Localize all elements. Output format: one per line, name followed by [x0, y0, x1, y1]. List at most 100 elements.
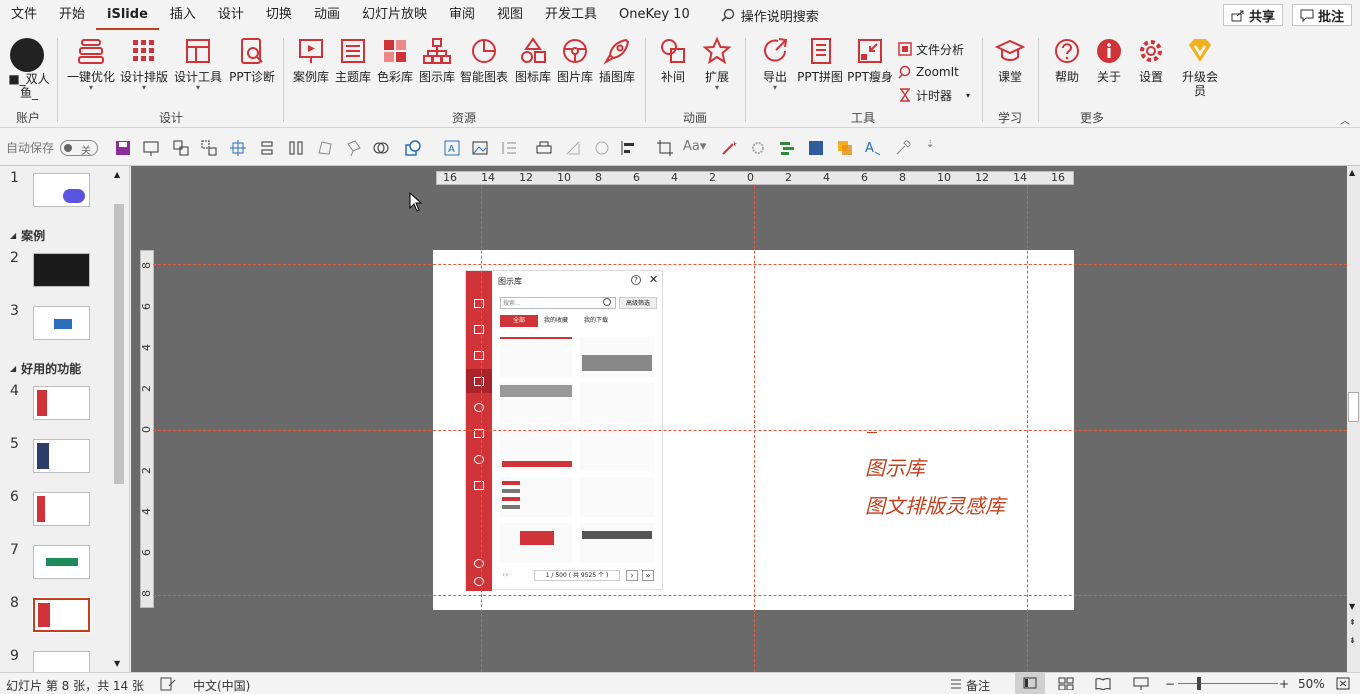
- color-library-button[interactable]: 色彩库: [372, 36, 418, 84]
- account-user[interactable]: ■_双人鱼_: [4, 72, 54, 100]
- timer-button[interactable]: 计时器 ▾: [898, 84, 970, 106]
- prev-first-icon[interactable]: ‹‹: [502, 570, 508, 579]
- close-icon[interactable]: ✕: [649, 273, 658, 286]
- slide-thumbnail-5[interactable]: [33, 439, 90, 473]
- panel-search-input[interactable]: 搜索...: [500, 297, 616, 309]
- format-painter-icon[interactable]: [345, 139, 363, 157]
- next-icon[interactable]: ›: [626, 570, 638, 581]
- slide-thumbnail-1[interactable]: [33, 173, 90, 207]
- sidebar-icon[interactable]: [474, 455, 484, 464]
- zoom-slider-thumb[interactable]: [1197, 677, 1201, 690]
- font-case-icon[interactable]: Aa▾: [683, 139, 711, 157]
- tab-view[interactable]: 视图: [486, 0, 534, 30]
- share-button[interactable]: 共享: [1223, 4, 1284, 26]
- upgrade-member-button[interactable]: 升级会员: [1180, 36, 1220, 98]
- sidebar-icon[interactable]: [474, 299, 484, 308]
- merge-shapes-icon[interactable]: [372, 139, 390, 157]
- sidebar-icon[interactable]: [474, 377, 484, 386]
- case-library-button[interactable]: 案例库: [288, 36, 334, 84]
- extend-button[interactable]: 扩展 ▾: [694, 36, 740, 92]
- panel-tab-downloads[interactable]: 我的下载: [584, 315, 608, 327]
- file-analysis-button[interactable]: 文件分析: [898, 38, 964, 60]
- prev-slide-icon[interactable]: ⇞: [1349, 618, 1356, 627]
- slide-title[interactable]: 图示库: [865, 452, 925, 481]
- tab-design[interactable]: 设计: [207, 0, 255, 30]
- section-header[interactable]: ◢ 好用的功能: [10, 360, 81, 377]
- group-icon[interactable]: [172, 139, 190, 157]
- fit-slide-icon[interactable]: [1336, 677, 1350, 690]
- slide-thumbnail-9[interactable]: [33, 651, 90, 672]
- tab-file[interactable]: 文件: [0, 0, 48, 30]
- avatar[interactable]: [10, 38, 44, 72]
- zoomit-button[interactable]: ZoomIt: [898, 61, 959, 83]
- tab-animations[interactable]: 动画: [303, 0, 351, 30]
- align-left-icon[interactable]: [620, 139, 638, 157]
- export-button[interactable]: 导出 ▾: [752, 36, 798, 92]
- sidebar-icon[interactable]: [474, 481, 484, 490]
- image-library-button[interactable]: 图片库: [552, 36, 598, 84]
- scroll-up-icon[interactable]: ▲: [1349, 168, 1355, 177]
- gallery-item[interactable]: [500, 477, 572, 517]
- align-center-icon[interactable]: [229, 139, 247, 157]
- gallery-item[interactable]: [580, 523, 654, 563]
- scroll-down-icon[interactable]: ▼: [114, 659, 120, 668]
- normal-view-button[interactable]: [1015, 673, 1045, 694]
- tween-button[interactable]: 补间: [650, 36, 696, 84]
- textbox-icon[interactable]: A: [443, 139, 461, 157]
- tab-onekey[interactable]: OneKey 10: [608, 0, 701, 30]
- tell-me-search[interactable]: 操作说明搜索: [721, 6, 819, 25]
- tab-transitions[interactable]: 切换: [255, 0, 303, 30]
- image-icon[interactable]: [471, 139, 489, 157]
- diagram-library-button[interactable]: 图示库: [414, 36, 460, 84]
- sidebar-icon[interactable]: [474, 351, 484, 360]
- crop-shape-icon[interactable]: [564, 139, 582, 157]
- tab-home[interactable]: 开始: [48, 0, 96, 30]
- guide-line[interactable]: [481, 186, 482, 672]
- shadow-icon[interactable]: [593, 139, 611, 157]
- illustration-library-button[interactable]: 插图库: [594, 36, 640, 84]
- zoom-slider[interactable]: [1178, 683, 1278, 684]
- slideshow-icon[interactable]: [1133, 677, 1149, 690]
- design-tools-button[interactable]: 设计工具 ▾: [172, 36, 224, 92]
- magic-wand-icon[interactable]: [720, 139, 738, 157]
- guide-line[interactable]: [1027, 186, 1028, 672]
- scroll-up-icon[interactable]: ▲: [114, 170, 120, 179]
- icon-library-button[interactable]: 图标库: [510, 36, 556, 84]
- tab-review[interactable]: 审阅: [438, 0, 486, 30]
- thumbnails-scrollbar[interactable]: ▲ ▼: [112, 168, 126, 670]
- one-click-optimize-button[interactable]: 一键优化 ▾: [66, 36, 116, 92]
- last-page-icon[interactable]: »: [642, 570, 654, 581]
- slide-thumbnail-7[interactable]: [33, 545, 90, 579]
- guide-line[interactable]: [153, 430, 1347, 431]
- gallery-item[interactable]: [500, 431, 572, 471]
- gallery-item[interactable]: [500, 523, 572, 563]
- zoom-out-button[interactable]: −: [1165, 677, 1175, 691]
- zoom-in-button[interactable]: +: [1279, 677, 1289, 691]
- zoom-level[interactable]: 50%: [1298, 677, 1325, 691]
- gallery-item[interactable]: [580, 337, 654, 377]
- ppt-slim-button[interactable]: PPT瘦身: [846, 36, 894, 84]
- guide-line[interactable]: [153, 264, 1347, 265]
- scrollbar-thumb[interactable]: [1348, 392, 1359, 422]
- help-icon[interactable]: ?: [631, 275, 641, 285]
- settings-button[interactable]: 设置: [1128, 36, 1174, 84]
- scroll-down-icon[interactable]: ▼: [1349, 602, 1355, 611]
- settings-icon[interactable]: [474, 559, 484, 568]
- columns-icon[interactable]: [287, 139, 305, 157]
- about-button[interactable]: 关于: [1086, 36, 1132, 84]
- tab-insert[interactable]: 插入: [159, 0, 207, 30]
- collapse-ribbon-icon[interactable]: ︿: [1340, 112, 1350, 127]
- gallery-item[interactable]: [580, 477, 654, 517]
- slide-thumbnail-6[interactable]: [33, 492, 90, 526]
- crop-icon[interactable]: [656, 139, 674, 157]
- notes-button[interactable]: 备注: [966, 677, 990, 694]
- slide-thumbnail-3[interactable]: [33, 306, 90, 340]
- search-icon[interactable]: [603, 298, 611, 306]
- sidebar-icon[interactable]: [474, 325, 484, 334]
- eyedropper-icon[interactable]: [894, 139, 912, 157]
- slide-subtitle[interactable]: 图文排版灵感库: [865, 490, 1005, 519]
- autosave-toggle[interactable]: 关: [60, 139, 99, 157]
- slide-sorter-icon[interactable]: [1058, 677, 1074, 690]
- sun-icon[interactable]: [749, 139, 767, 157]
- comments-button[interactable]: 批注: [1292, 4, 1353, 26]
